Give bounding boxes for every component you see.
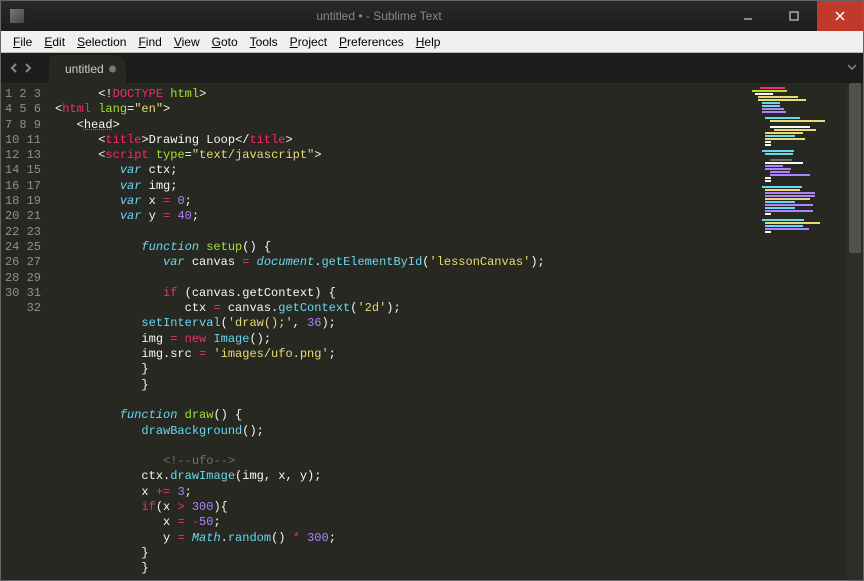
minimize-button[interactable] (725, 1, 771, 31)
menu-tools[interactable]: Tools (250, 35, 278, 49)
menu-view[interactable]: View (174, 35, 200, 49)
close-button[interactable] (817, 1, 863, 31)
tab-untitled[interactable]: untitled (49, 55, 126, 83)
nav-forward-icon[interactable] (23, 63, 33, 73)
tab-overflow-button[interactable] (847, 61, 857, 75)
window-title: untitled • - Sublime Text (33, 9, 725, 23)
menu-selection[interactable]: Selection (77, 35, 126, 49)
menu-file[interactable]: File (13, 35, 32, 49)
menu-find[interactable]: Find (138, 35, 161, 49)
nav-back-icon[interactable] (9, 63, 19, 73)
gutter: 1 2 3 4 5 6 7 8 9 10 11 12 13 14 15 16 1… (1, 83, 51, 580)
window-controls (725, 1, 863, 31)
menu-preferences[interactable]: Preferences (339, 35, 404, 49)
menu-bar: File Edit Selection Find View Goto Tools Projec… (1, 31, 863, 53)
app-icon (9, 8, 25, 24)
vertical-scrollbar[interactable] (847, 83, 863, 580)
dirty-indicator-icon (109, 66, 116, 73)
menu-help[interactable]: Help (416, 35, 441, 49)
menu-project[interactable]: Project (290, 35, 327, 49)
scrollbar-thumb[interactable] (849, 83, 861, 253)
minimap[interactable] (747, 83, 847, 580)
menu-edit[interactable]: Edit (44, 35, 65, 49)
chevron-down-icon (847, 62, 857, 72)
editor-area: 1 2 3 4 5 6 7 8 9 10 11 12 13 14 15 16 1… (1, 83, 863, 580)
tab-bar: untitled (1, 53, 863, 83)
nav-arrows (1, 53, 41, 83)
menu-goto[interactable]: Goto (212, 35, 238, 49)
code-editor[interactable]: <!DOCTYPE html><html lang="en"> <head> <… (51, 83, 747, 580)
title-bar: untitled • - Sublime Text (1, 1, 863, 31)
maximize-button[interactable] (771, 1, 817, 31)
tab-label: untitled (65, 62, 104, 76)
